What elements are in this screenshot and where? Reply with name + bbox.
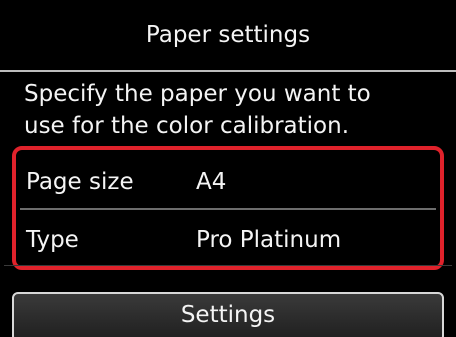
settings-button-label: Settings <box>180 302 276 328</box>
type-value: Pro Platinum <box>196 227 342 253</box>
printer-lcd-screen: Paper settings Specify the paper you wan… <box>0 0 456 337</box>
page-title: Paper settings <box>0 0 456 70</box>
instruction-line-2: use for the color calibration. <box>24 113 349 139</box>
instruction-line-1: Specify the paper you want to <box>24 81 371 107</box>
type-label: Type <box>26 227 79 253</box>
page-size-value: A4 <box>196 169 227 195</box>
page-size-label: Page size <box>26 169 134 195</box>
title-divider <box>0 70 456 72</box>
instruction-text: Specify the paper you want to use for th… <box>24 78 444 142</box>
paper-settings-panel: Page size A4 Type Pro Platinum <box>12 146 444 270</box>
row-divider <box>20 208 436 210</box>
settings-button[interactable]: Settings <box>12 292 444 337</box>
page-title-text: Paper settings <box>145 22 311 48</box>
setting-row-page-size[interactable]: Page size A4 <box>16 154 440 210</box>
bottom-divider <box>4 265 452 266</box>
setting-row-type[interactable]: Type Pro Platinum <box>16 212 440 268</box>
